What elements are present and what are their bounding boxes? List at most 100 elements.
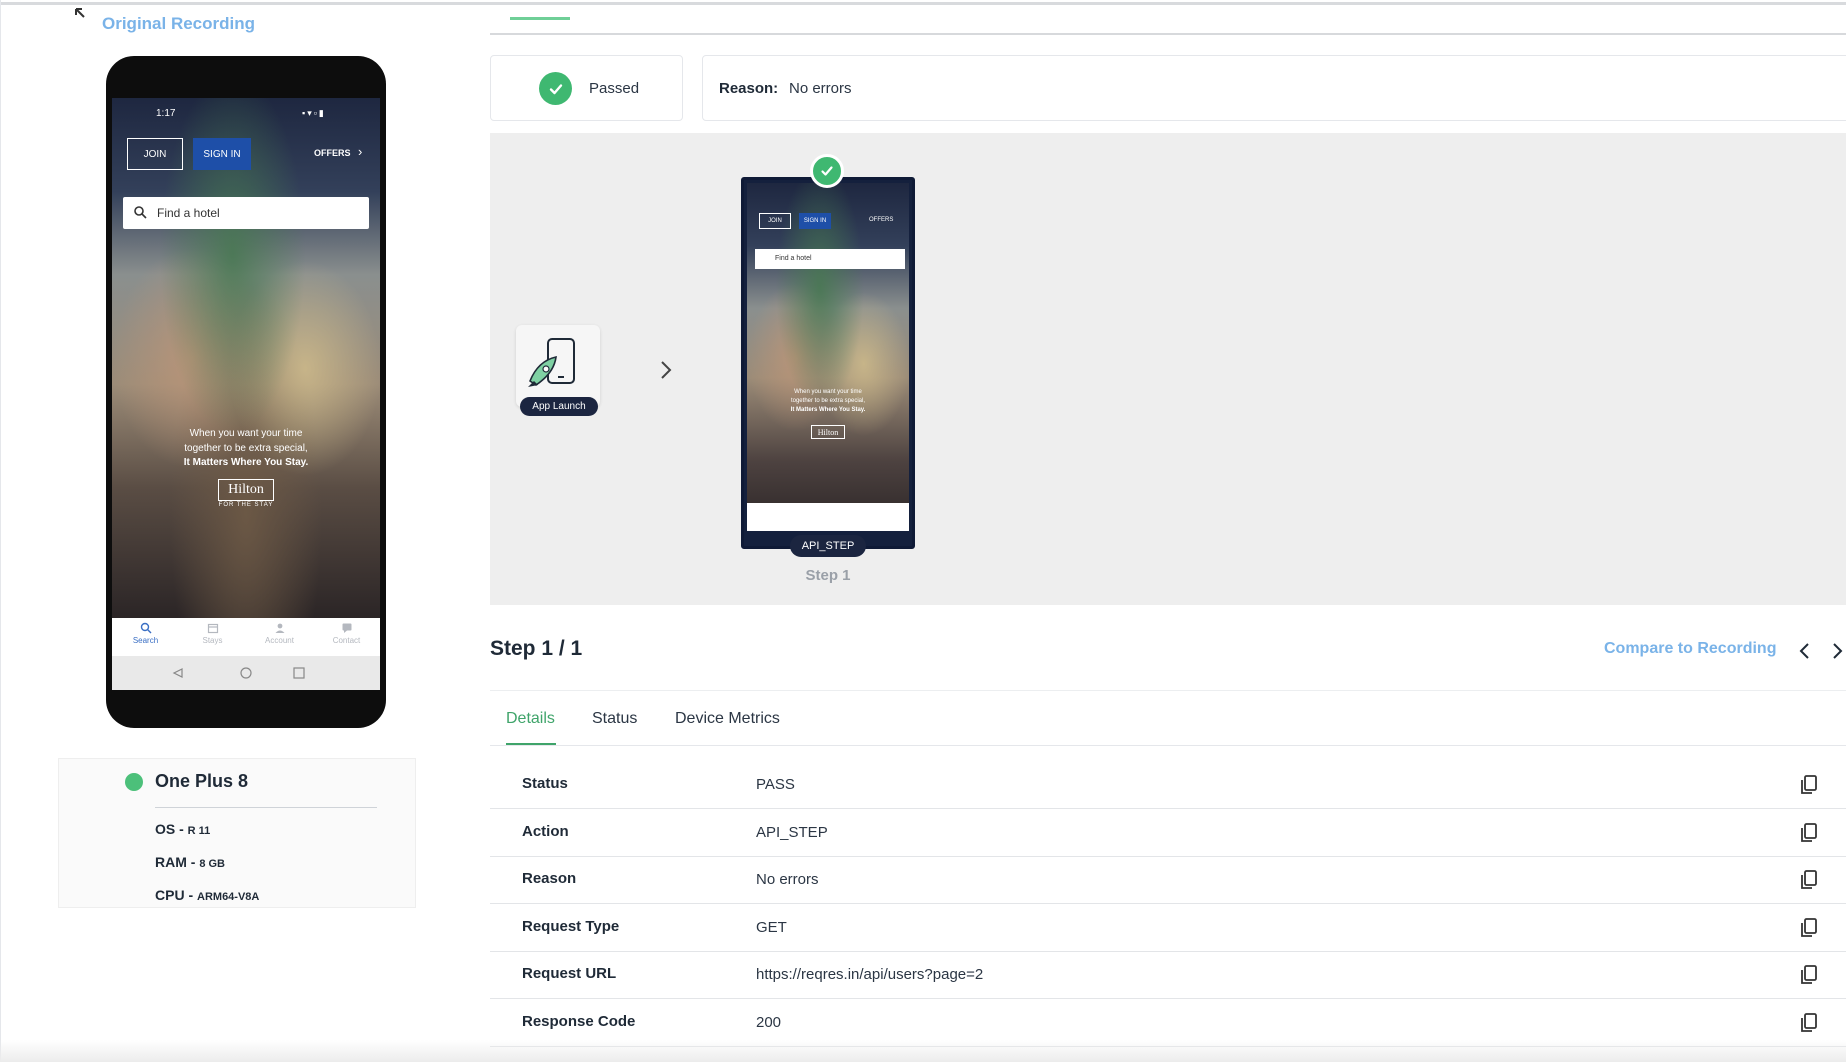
nav-search[interactable]: Search — [112, 622, 179, 645]
sign-in-button[interactable]: SIGN IN — [193, 138, 251, 170]
step-caption: Step 1 — [805, 567, 851, 584]
find-hotel-input[interactable]: Find a hotel — [123, 197, 369, 229]
device-ram: RAM - 8 GB — [155, 854, 226, 870]
section-divider — [490, 690, 1846, 691]
person-icon — [275, 623, 284, 633]
check-circle-icon — [810, 154, 844, 188]
reason-value: No errors — [789, 80, 852, 97]
copy-icon[interactable] — [1798, 916, 1820, 940]
left-border — [0, 0, 1, 1062]
row-label: Status — [522, 775, 568, 792]
find-hotel-placeholder: Find a hotel — [157, 206, 220, 220]
search-icon — [140, 622, 151, 634]
tab-device-metrics[interactable]: Device Metrics — [675, 710, 780, 728]
nav-stays[interactable]: Stays — [179, 622, 246, 645]
detail-row-request-url: Request URL https://reqres.in/api/users?… — [490, 951, 1846, 999]
tagline-line-3: It Matters Where You Stay. — [183, 457, 309, 468]
thumb-offers-link: OFFERS — [869, 217, 894, 223]
row-value: API_STEP — [756, 824, 828, 841]
top-tab-indicator — [510, 17, 570, 20]
row-label: Action — [522, 823, 569, 840]
row-value: https://reqres.in/api/users?page=2 — [756, 966, 984, 983]
original-recording-title: Original Recording — [102, 14, 256, 33]
tabs-divider — [490, 745, 1846, 746]
thumb-bottom-nav — [747, 503, 909, 531]
hilton-logo: Hilton — [218, 479, 274, 501]
nav-stays-label: Stays — [202, 636, 223, 645]
step-action-label: API_STEP — [790, 535, 866, 557]
copy-icon[interactable] — [1798, 868, 1820, 892]
row-value: 200 — [756, 1014, 782, 1031]
bottom-fade — [0, 1040, 1846, 1062]
result-reason-card: Reason: No errors — [702, 55, 1846, 121]
row-label: Request Type — [522, 918, 620, 935]
row-label: Reason — [522, 870, 577, 887]
top-border — [0, 2, 1846, 5]
nav-account-label: Account — [265, 636, 294, 645]
result-status-text: Passed — [589, 80, 640, 97]
step-flow-area: App Launch JOIN SIGN IN OFFERS Find a ho… — [490, 133, 1846, 605]
join-button[interactable]: JOIN — [127, 138, 183, 170]
device-status-dot — [125, 773, 143, 791]
row-value: No errors — [756, 871, 819, 888]
chat-icon — [342, 623, 351, 633]
app-launch-label: App Launch — [520, 397, 598, 416]
device-os: OS - R 11 — [155, 821, 211, 837]
thumb-sign-in-button: SIGN IN — [799, 213, 831, 229]
nav-contact[interactable]: Contact — [313, 622, 380, 645]
home-circle-icon — [240, 667, 252, 679]
nav-account[interactable]: Account — [246, 622, 313, 645]
detail-row-status: Status PASS — [490, 761, 1846, 809]
tab-details[interactable]: Details — [506, 710, 555, 728]
app-launch-step[interactable] — [516, 325, 600, 407]
calendar-icon — [207, 623, 218, 634]
compare-to-recording-link[interactable]: Compare to Recording — [1604, 640, 1776, 658]
rocket-phone-icon — [528, 338, 575, 387]
nav-contact-label: Contact — [332, 636, 361, 645]
device-name: One Plus 8 — [155, 771, 249, 791]
search-icon — [133, 205, 147, 219]
thumb-tagline-1: When you want your time — [794, 389, 862, 395]
phone-screen: 1:17 ▪▾▫▮ JOIN SIGN IN OFFERS › Find a h… — [112, 98, 380, 690]
thumb-hilton-logo: Hilton — [811, 425, 845, 439]
thumb-tagline-3: It Matters Where You Stay. — [790, 407, 866, 413]
status-time: 1:17 — [156, 108, 176, 119]
check-circle-icon — [539, 72, 572, 105]
back-arrow-icon[interactable] — [72, 4, 90, 22]
detail-row-reason: Reason No errors — [490, 856, 1846, 904]
system-nav-bar — [112, 656, 380, 690]
offers-link[interactable]: OFFERS — [314, 148, 351, 158]
detail-row-request-type: Request Type GET — [490, 904, 1846, 952]
step-1-screenshot[interactable]: JOIN SIGN IN OFFERS Find a hotel When yo… — [741, 177, 915, 549]
thumb-tagline-2: together to be extra special, — [790, 398, 866, 404]
row-value: PASS — [756, 776, 795, 793]
hero-image — [112, 98, 380, 618]
recents-square-icon — [293, 667, 305, 679]
result-status-card: Passed — [490, 55, 683, 121]
row-value: GET — [756, 919, 787, 936]
step-title: Step 1 / 1 — [490, 637, 583, 660]
brand-subtitle: FOR THE STAY — [218, 502, 274, 508]
status-icons: ▪▾▫▮ — [302, 108, 326, 118]
reason-label: Reason: — [719, 80, 779, 97]
copy-icon[interactable] — [1798, 773, 1820, 797]
thumb-join-button: JOIN — [759, 213, 791, 229]
previous-step-button[interactable] — [1796, 641, 1812, 661]
tagline-line-2: together to be extra special, — [184, 443, 308, 454]
divider — [155, 807, 377, 808]
row-label: Request URL — [522, 965, 617, 982]
tab-status[interactable]: Status — [592, 710, 637, 728]
copy-icon[interactable] — [1798, 963, 1820, 987]
step-1-screen: JOIN SIGN IN OFFERS Find a hotel When yo… — [747, 183, 909, 531]
app-bottom-nav: Search Stays Account Contact — [112, 618, 380, 656]
detail-row-action: Action API_STEP — [490, 809, 1846, 857]
chevron-right-icon: › — [358, 144, 363, 159]
tagline-line-1: When you want your time — [189, 428, 303, 439]
thumb-find-hotel: Find a hotel — [755, 249, 905, 269]
device-info-card: One Plus 8 OS - R 11 RAM - 8 GB CPU - AR… — [58, 758, 416, 908]
device-cpu: CPU - ARM64-V8A — [155, 887, 260, 903]
next-step-button[interactable] — [1830, 641, 1846, 661]
nav-search-label: Search — [132, 636, 159, 645]
copy-icon[interactable] — [1798, 1011, 1820, 1035]
copy-icon[interactable] — [1798, 821, 1820, 845]
